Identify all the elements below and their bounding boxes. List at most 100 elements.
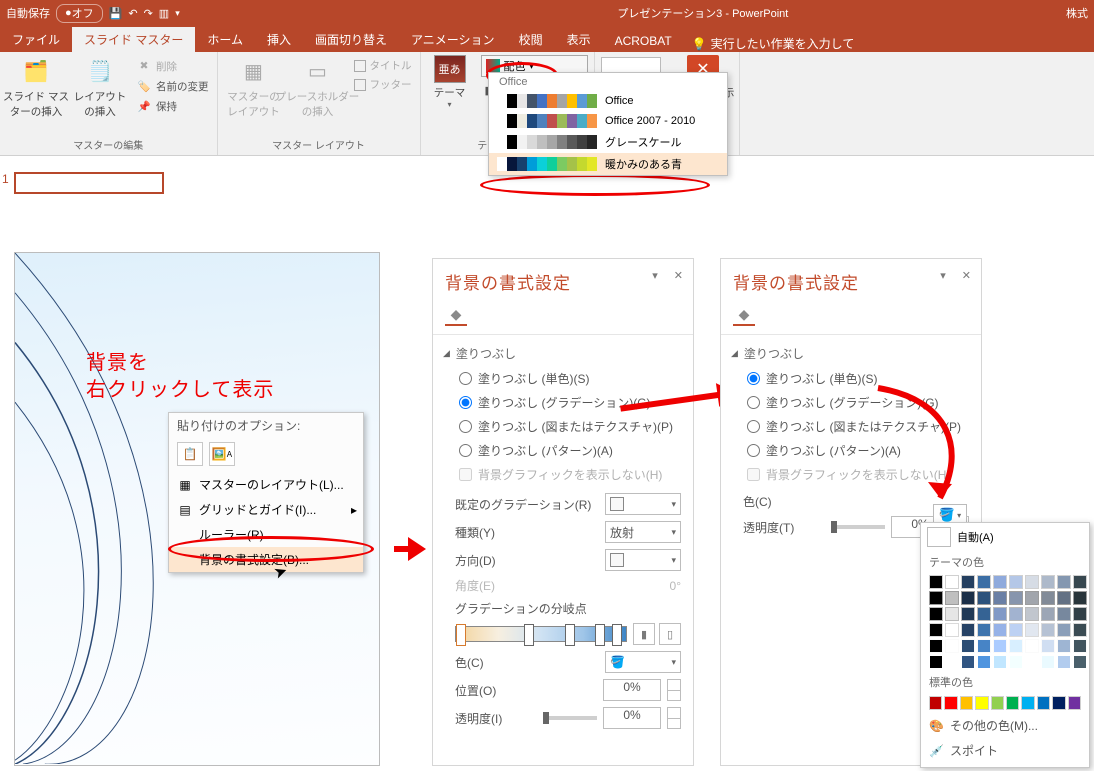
theme-color-swatch[interactable] [929,623,943,637]
standard-color-swatch[interactable] [960,696,973,710]
fill-tab-icon[interactable]: ◆ [445,304,467,326]
theme-color-swatch[interactable] [929,591,943,605]
theme-color-swatch[interactable] [993,655,1007,669]
start-slideshow-icon[interactable]: ▥ [159,7,169,20]
tab-transitions[interactable]: 画面切り替え [303,27,399,52]
theme-color-swatch[interactable] [977,639,991,653]
theme-color-swatch[interactable] [1057,655,1071,669]
standard-color-swatch[interactable] [1068,696,1081,710]
fill-tab-icon[interactable]: ◆ [733,304,755,326]
slide-thumbnail[interactable] [14,172,164,194]
tell-me[interactable]: 💡 実行したい作業を入力して [684,35,863,52]
redo-icon[interactable]: ↷ [144,7,153,20]
rename-button[interactable]: 🏷️名前の変更 [134,77,211,95]
theme-color-swatch[interactable] [1009,623,1023,637]
theme-color-swatch[interactable] [1025,639,1039,653]
theme-color-swatch[interactable] [993,639,1007,653]
more-colors-item[interactable]: 🎨その他の色(M)... [921,713,1089,738]
tab-review[interactable]: 校閲 [507,27,555,52]
theme-color-swatch[interactable] [1057,575,1071,589]
theme-color-swatch[interactable] [1073,623,1087,637]
theme-color-swatch[interactable] [961,623,975,637]
theme-color-swatch[interactable] [1009,575,1023,589]
theme-color-swatch[interactable] [1073,575,1087,589]
standard-color-swatch[interactable] [1021,696,1034,710]
theme-color-swatch[interactable] [929,655,943,669]
theme-color-swatch[interactable] [1073,655,1087,669]
gradient-stops[interactable]: ▮▯ [455,623,681,645]
ctx-item-1[interactable]: ▤グリッドとガイド(I)...▸ [169,497,363,522]
theme-color-swatch[interactable] [977,575,991,589]
theme-color-swatch[interactable] [1009,655,1023,669]
theme-color-swatch[interactable] [961,639,975,653]
standard-color-swatch[interactable] [929,696,942,710]
pane-menu-icon[interactable]: ▾ [652,269,658,282]
standard-color-swatch[interactable] [1052,696,1065,710]
theme-color-swatch[interactable] [1041,591,1055,605]
theme-color-swatch[interactable] [1041,639,1055,653]
transparency-slider[interactable] [831,525,885,529]
theme-color-swatch[interactable] [1025,623,1039,637]
pane-close-icon[interactable]: ✕ [674,269,683,282]
theme-color-swatch[interactable] [977,623,991,637]
opt-solid[interactable]: 塗りつぶし (単色)(S) [747,370,971,387]
theme-color-swatch[interactable] [1025,591,1039,605]
themes-button[interactable]: 亜あ テーマ ▾ [427,55,473,109]
fill-section-header[interactable]: ◢塗りつぶし [433,335,693,368]
opt-solid[interactable]: 塗りつぶし (単色)(S) [459,370,683,387]
theme-color-swatch[interactable] [1041,575,1055,589]
fill-section-header[interactable]: ◢塗りつぶし [721,335,981,368]
standard-color-swatch[interactable] [991,696,1004,710]
autosave-toggle[interactable]: ● オフ [56,4,103,23]
tab-view[interactable]: 表示 [555,27,603,52]
theme-color-swatch[interactable] [961,655,975,669]
save-icon[interactable]: 💾 [109,7,123,20]
theme-color-swatch[interactable] [1025,575,1039,589]
theme-color-swatch[interactable] [1073,639,1087,653]
opt-gradient[interactable]: 塗りつぶし (グラデーション)(G) [459,394,683,411]
opt-picture[interactable]: 塗りつぶし (図またはテクスチャ)(P) [459,418,683,435]
theme-color-swatch[interactable] [961,591,975,605]
theme-color-swatch[interactable] [1073,591,1087,605]
paste-option-theme[interactable]: 📋 [177,442,203,466]
theme-color-swatch[interactable] [1041,655,1055,669]
opt-gradient[interactable]: 塗りつぶし (グラデーション)(G) [747,394,971,411]
theme-color-swatch[interactable] [945,623,959,637]
tab-slide-master[interactable]: スライド マスター [72,27,195,52]
pane-menu-icon[interactable]: ▾ [940,269,946,282]
theme-color-swatch[interactable] [977,591,991,605]
standard-color-swatch[interactable] [944,696,957,710]
theme-color-swatch[interactable] [1009,591,1023,605]
tab-acrobat[interactable]: ACROBAT [603,30,684,52]
standard-color-swatch[interactable] [1006,696,1019,710]
paste-option-picture[interactable]: 🖼️A [209,442,235,466]
standard-color-swatch[interactable] [1037,696,1050,710]
theme-color-swatch[interactable] [977,655,991,669]
tab-animations[interactable]: アニメーション [399,27,507,52]
colors-row-2[interactable]: グレースケール [489,131,727,153]
theme-color-swatch[interactable] [929,575,943,589]
qat-dropdown-icon[interactable]: ▾ [175,8,180,19]
theme-color-swatch[interactable] [1025,607,1039,621]
ctx-item-3[interactable]: 背景の書式設定(B)... [169,547,363,572]
pane-close-icon[interactable]: ✕ [962,269,971,282]
opt-pattern[interactable]: 塗りつぶし (パターン)(A) [747,442,971,459]
theme-color-swatch[interactable] [945,655,959,669]
theme-color-swatch[interactable] [1041,607,1055,621]
transparency-slider[interactable] [543,716,597,720]
add-stop-button[interactable]: ▮ [633,623,655,645]
ctx-item-2[interactable]: ルーラー(R) [169,522,363,547]
color-dropdown[interactable]: 🪣▾ [605,651,681,673]
auto-color-swatch[interactable] [927,527,951,547]
tab-insert[interactable]: 挿入 [255,27,303,52]
theme-color-swatch[interactable] [961,575,975,589]
transparency-spinner[interactable] [667,707,681,729]
tab-file[interactable]: ファイル [0,27,72,52]
theme-color-swatch[interactable] [1041,623,1055,637]
theme-color-swatch[interactable] [1025,655,1039,669]
preserve-button[interactable]: 📌保持 [134,97,211,115]
transparency-input[interactable]: 0% [603,707,661,729]
undo-icon[interactable]: ↶ [128,7,137,20]
type-dropdown[interactable]: 放射▾ [605,521,681,543]
theme-color-swatch[interactable] [1057,639,1071,653]
